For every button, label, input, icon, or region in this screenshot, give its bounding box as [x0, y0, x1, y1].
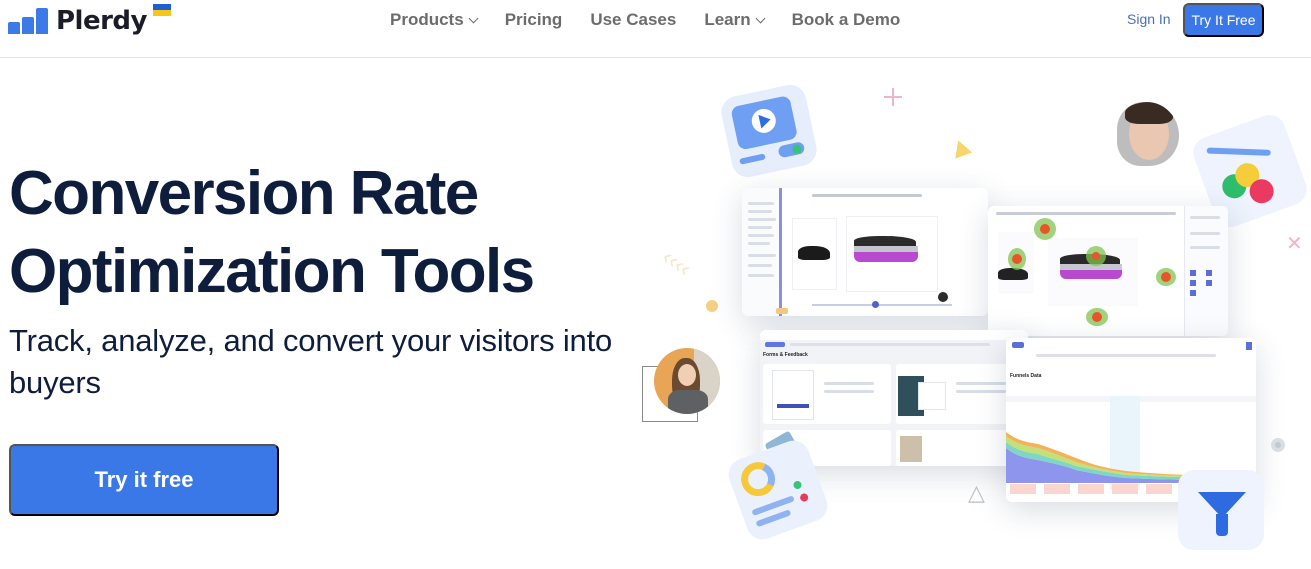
nav-item-book-demo[interactable]: Book a Demo	[792, 10, 901, 30]
try-it-free-header-button[interactable]: Try It Free	[1183, 3, 1264, 37]
ukraine-flag-icon	[153, 4, 171, 16]
hero-illustration: ✕ ‹‹‹‹ Forms & Feedback Funnels Data △	[630, 80, 1311, 569]
hero-title-line-1: Conversion Rate	[9, 159, 479, 228]
main-nav: Products Pricing Use Cases Learn Book a …	[390, 0, 900, 40]
logo-bars-icon	[8, 8, 48, 34]
orange-dot	[706, 300, 718, 312]
video-tile-icon	[718, 81, 820, 181]
nav-item-label: Book a Demo	[791, 10, 901, 29]
nav-item-label: Pricing	[504, 10, 563, 29]
heatmap-screenshot-card	[742, 188, 988, 316]
ring-decoration-icon	[1271, 438, 1285, 452]
logo-text: Plerdy	[56, 6, 147, 36]
logo[interactable]: Plerdy	[8, 4, 147, 38]
close-decoration-icon: ✕	[1286, 233, 1303, 255]
nav-item-label: Products	[390, 10, 464, 29]
nav-item-pricing[interactable]: Pricing	[505, 10, 563, 30]
site-header: Plerdy Products Pricing Use Cases Learn …	[0, 0, 1311, 58]
try-it-free-hero-button[interactable]: Try it free	[9, 444, 279, 516]
nav-item-label: Learn	[704, 10, 751, 29]
triangle-decoration-icon	[949, 137, 973, 159]
hero-subtitle: Track, analyze, and convert your visitor…	[9, 323, 613, 400]
sneaker-image	[798, 246, 830, 260]
click-heatmap-card	[988, 206, 1228, 336]
nav-item-label: Use Cases	[590, 10, 677, 29]
nav-item-learn[interactable]: Learn	[704, 10, 766, 30]
chevron-down-icon	[468, 13, 479, 23]
forms-feedback-title: Forms & Feedback	[763, 352, 808, 358]
avatar-man	[1117, 102, 1179, 166]
hero-title-line-2: Optimization Tools	[9, 237, 535, 306]
triangle-outline-icon: △	[968, 480, 985, 505]
plus-decoration-icon	[884, 88, 902, 106]
avatar-woman	[654, 348, 720, 414]
chevron-down-icon	[755, 13, 766, 23]
nav-item-products[interactable]: Products	[390, 10, 479, 30]
chevrons-decoration-icon: ‹‹‹‹	[657, 243, 697, 282]
hero-title: Conversion Rate Optimization Tools	[9, 155, 535, 311]
funnel-tile-icon	[1178, 470, 1264, 550]
nav-item-use-cases[interactable]: Use Cases	[590, 10, 676, 30]
sign-in-link[interactable]: Sign In	[1127, 11, 1171, 27]
